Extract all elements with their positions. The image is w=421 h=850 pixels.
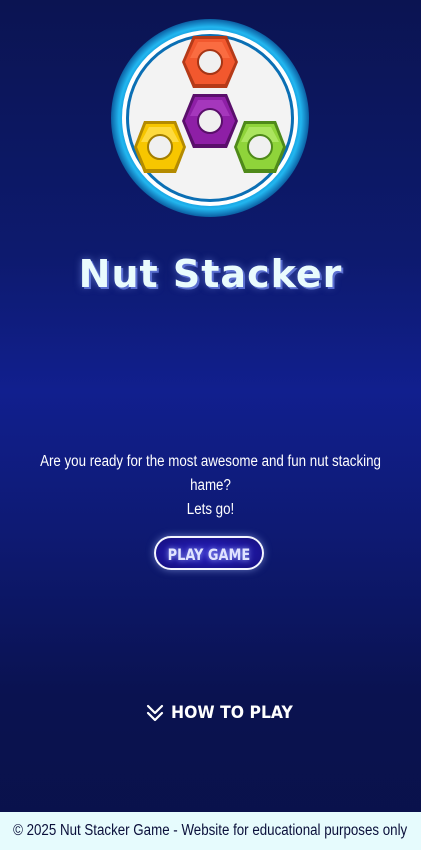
tagline-line-1: Are you ready for the most awesome and f…: [40, 453, 381, 494]
tagline-line-2: Lets go!: [186, 501, 235, 518]
how-to-play-link[interactable]: HOW TO PLAY: [145, 700, 303, 726]
tagline: Are you ready for the most awesome and f…: [38, 450, 383, 522]
how-to-play-label: HOW TO PLAY: [171, 703, 293, 723]
footer-text: © 2025 Nut Stacker Game - Website for ed…: [13, 822, 408, 839]
page-title: Nut Stacker: [78, 252, 343, 296]
footer: © 2025 Nut Stacker Game - Website for ed…: [0, 812, 421, 850]
nut-stacker-logo-icon: [111, 19, 309, 217]
purple-nut-icon: [182, 94, 238, 148]
double-chevron-down-icon: [146, 704, 164, 722]
green-nut-icon: [234, 121, 286, 173]
orange-nut-icon: [182, 36, 238, 88]
play-game-button[interactable]: PLAY GAME: [154, 536, 264, 570]
play-game-label: PLAY GAME: [167, 545, 251, 564]
yellow-nut-icon: [134, 121, 186, 173]
game-logo: [110, 18, 310, 218]
